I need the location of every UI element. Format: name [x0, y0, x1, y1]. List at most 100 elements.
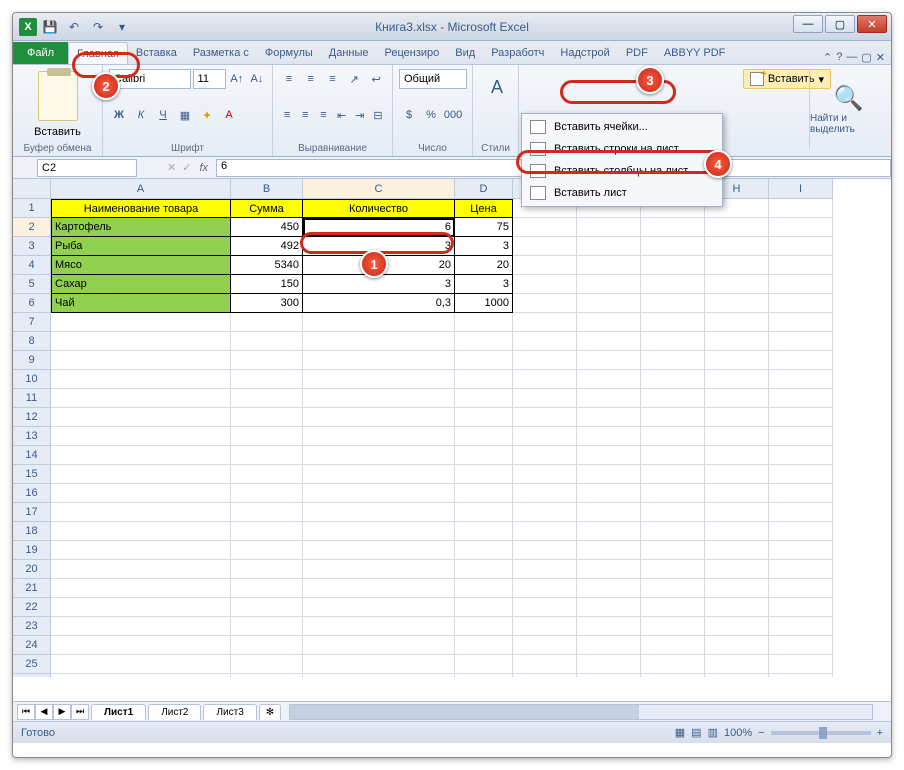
cell[interactable]: [455, 541, 513, 560]
cell[interactable]: [769, 636, 833, 655]
cell[interactable]: [303, 408, 455, 427]
cell[interactable]: [769, 617, 833, 636]
cell[interactable]: [577, 256, 641, 275]
menu-insert-rows[interactable]: Вставить строки на лист: [522, 138, 722, 160]
cell[interactable]: [513, 541, 577, 560]
tab-foxit[interactable]: PDF: [618, 42, 656, 64]
cell[interactable]: [455, 351, 513, 370]
underline-icon[interactable]: Ч: [153, 105, 173, 125]
cell[interactable]: [577, 313, 641, 332]
cell[interactable]: [769, 446, 833, 465]
cell[interactable]: [641, 636, 705, 655]
cell[interactable]: [705, 294, 769, 313]
cell[interactable]: [51, 408, 231, 427]
font-size-combo[interactable]: 11: [193, 69, 226, 89]
tab-layout[interactable]: Разметка с: [185, 42, 257, 64]
cell[interactable]: [577, 237, 641, 256]
cell[interactable]: [513, 579, 577, 598]
cell[interactable]: [705, 427, 769, 446]
paste-button[interactable]: Вставить: [19, 126, 96, 138]
cell[interactable]: 492: [231, 237, 303, 256]
cell[interactable]: [455, 370, 513, 389]
view-break-icon[interactable]: ▥: [708, 726, 718, 739]
cell[interactable]: [455, 674, 513, 677]
cell[interactable]: [769, 313, 833, 332]
cell[interactable]: [705, 503, 769, 522]
cell[interactable]: [641, 655, 705, 674]
cell[interactable]: [705, 617, 769, 636]
cell[interactable]: 0,3: [303, 294, 455, 313]
cell[interactable]: [641, 541, 705, 560]
cell[interactable]: Сахар: [51, 275, 231, 294]
cell[interactable]: [513, 313, 577, 332]
row-header[interactable]: 19: [13, 541, 51, 560]
cell[interactable]: [455, 579, 513, 598]
cell[interactable]: 300: [231, 294, 303, 313]
italic-icon[interactable]: К: [131, 105, 151, 125]
enter-icon[interactable]: ✓: [182, 161, 191, 174]
cell[interactable]: [231, 598, 303, 617]
comma-icon[interactable]: 000: [443, 105, 463, 125]
cell[interactable]: [641, 218, 705, 237]
row-header[interactable]: 5: [13, 275, 51, 294]
row-header[interactable]: 11: [13, 389, 51, 408]
cell[interactable]: [51, 332, 231, 351]
cell[interactable]: Картофель: [51, 218, 231, 237]
cell[interactable]: [641, 237, 705, 256]
cell[interactable]: [455, 617, 513, 636]
cell[interactable]: [303, 351, 455, 370]
cell[interactable]: [513, 275, 577, 294]
cell[interactable]: 3: [455, 275, 513, 294]
active-cell[interactable]: 6: [303, 218, 455, 237]
cell[interactable]: [769, 275, 833, 294]
cell[interactable]: [51, 370, 231, 389]
cell[interactable]: [705, 275, 769, 294]
cell[interactable]: [303, 579, 455, 598]
sheet-nav-prev-icon[interactable]: ◀: [35, 704, 53, 720]
cell[interactable]: [577, 389, 641, 408]
cell[interactable]: [455, 560, 513, 579]
cell[interactable]: [705, 218, 769, 237]
cell[interactable]: [455, 408, 513, 427]
row-header[interactable]: 21: [13, 579, 51, 598]
zoom-out-icon[interactable]: −: [758, 727, 764, 739]
cell[interactable]: [455, 465, 513, 484]
zoom-in-icon[interactable]: +: [877, 727, 883, 739]
cell[interactable]: [51, 427, 231, 446]
cell[interactable]: [705, 579, 769, 598]
cell[interactable]: [577, 636, 641, 655]
cell[interactable]: [705, 389, 769, 408]
cell[interactable]: [769, 294, 833, 313]
cell[interactable]: [513, 598, 577, 617]
tab-addins[interactable]: Надстрой: [552, 42, 617, 64]
menu-insert-cells[interactable]: Вставить ячейки...: [522, 116, 722, 138]
row-header[interactable]: 4: [13, 256, 51, 275]
cell[interactable]: [455, 636, 513, 655]
cell[interactable]: [705, 256, 769, 275]
cell[interactable]: [769, 351, 833, 370]
align-mid-icon[interactable]: ≡: [301, 69, 321, 89]
cell[interactable]: [769, 199, 833, 218]
cell[interactable]: [455, 503, 513, 522]
cell[interactable]: [513, 465, 577, 484]
cell[interactable]: [231, 313, 303, 332]
workbook-min-icon[interactable]: —: [846, 51, 857, 64]
cell[interactable]: [577, 370, 641, 389]
row-header[interactable]: 13: [13, 427, 51, 446]
grow-font-icon[interactable]: A↑: [228, 69, 246, 89]
cell[interactable]: [51, 351, 231, 370]
cell[interactable]: 450: [231, 218, 303, 237]
cell[interactable]: [51, 313, 231, 332]
cell[interactable]: [769, 503, 833, 522]
select-all-corner[interactable]: [13, 179, 51, 199]
cell[interactable]: [231, 636, 303, 655]
cell[interactable]: [231, 351, 303, 370]
font-name-combo[interactable]: Calibri: [109, 69, 191, 89]
cell[interactable]: [577, 484, 641, 503]
cell[interactable]: [303, 560, 455, 579]
cell[interactable]: [513, 446, 577, 465]
cell[interactable]: [231, 579, 303, 598]
cell[interactable]: [513, 351, 577, 370]
tab-developer[interactable]: Разработч: [483, 42, 552, 64]
help-icon[interactable]: ?: [836, 51, 842, 64]
